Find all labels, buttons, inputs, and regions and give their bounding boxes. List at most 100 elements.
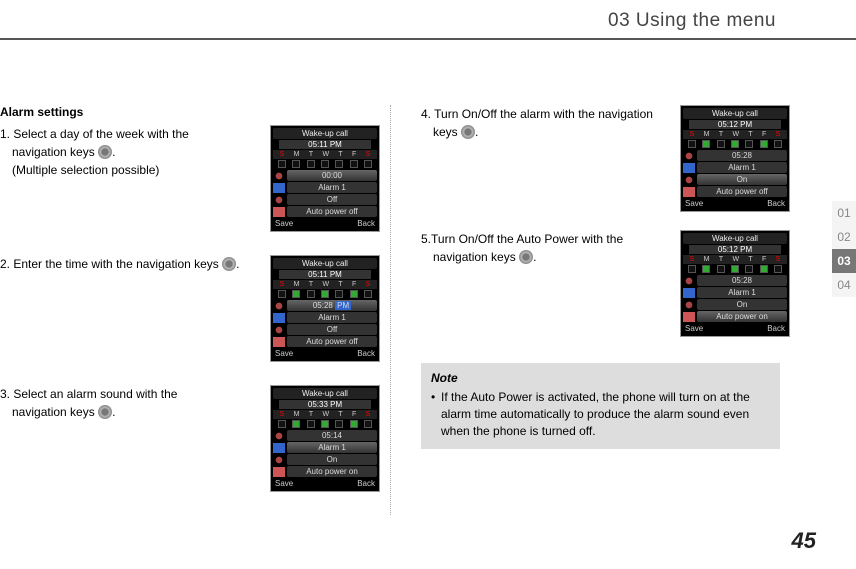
note-box: Note If the Auto Power is activated, the… — [421, 363, 780, 449]
shot-row: Auto power on — [697, 311, 787, 322]
step-line: Select an alarm sound with the — [13, 387, 177, 401]
day: M — [294, 151, 300, 158]
shot-days: SMTWTFS — [273, 410, 377, 419]
clock-icon — [683, 151, 695, 161]
note-icon — [683, 288, 695, 298]
left-column: Alarm settings 1. Select a day of the we… — [0, 105, 390, 515]
side-tab-03: 03 — [832, 249, 856, 273]
shot-save: Save — [275, 219, 293, 228]
step-line: (Multiple selection possible) — [0, 161, 245, 179]
step-5: 5.Turn On/Off the Auto Power with the na… — [421, 230, 780, 345]
day: T — [719, 256, 723, 263]
content-area: Alarm settings 1. Select a day of the we… — [0, 105, 780, 515]
shot-row: 05:14 — [287, 430, 377, 441]
clock-icon — [273, 171, 285, 181]
step-2: 2. Enter the time with the navigation ke… — [0, 255, 380, 375]
phone-screenshot-5: Wake-up call 05:12 PM SMTWTFS 05:28 Alar… — [680, 230, 790, 337]
clock-icon — [273, 195, 285, 205]
step-5-text: 5.Turn On/Off the Auto Power with the na… — [421, 230, 666, 266]
shot-row: 05:28 — [697, 150, 787, 161]
shot-days: SMTWTFS — [273, 280, 377, 289]
shot-row: 05:28 PM — [287, 300, 377, 311]
shot-title: Wake-up call — [273, 388, 377, 399]
side-tab-04: 04 — [832, 273, 856, 297]
shot-back: Back — [357, 479, 375, 488]
speaker-icon — [273, 337, 285, 347]
shot-row: Auto power off — [287, 336, 377, 347]
clock-icon — [683, 175, 695, 185]
day: W — [322, 281, 329, 288]
step-line: Enter the time with the navigation keys — [13, 257, 222, 271]
day: S — [690, 256, 695, 263]
speaker-icon — [273, 207, 285, 217]
step-3: 3. Select an alarm sound with the naviga… — [0, 385, 380, 505]
step-line: Turn On/Off the Auto Power with the — [431, 232, 623, 246]
shot-row: Auto power off — [697, 186, 787, 197]
shot-row: Alarm 1 — [287, 442, 377, 453]
shot-row: On — [697, 299, 787, 310]
clock-icon — [273, 301, 285, 311]
step-4-text: 4. Turn On/Off the alarm with the naviga… — [421, 105, 666, 141]
step-line: navigation keys — [433, 250, 519, 264]
shot-title: Wake-up call — [273, 258, 377, 269]
shot-time: 05:11 PM — [279, 140, 371, 149]
shot-row: Auto power on — [287, 466, 377, 477]
shot-row: On — [697, 174, 787, 185]
nav-key-icon — [98, 405, 112, 419]
day: T — [748, 256, 752, 263]
day: M — [294, 281, 300, 288]
shot-back: Back — [767, 199, 785, 208]
note-title: Note — [431, 371, 770, 385]
right-column: 4. Turn On/Off the alarm with the naviga… — [390, 105, 780, 515]
day: T — [309, 151, 313, 158]
clock-icon — [273, 325, 285, 335]
shot-row: Off — [287, 194, 377, 205]
shot-dayboxes — [273, 289, 377, 299]
shot-save: Save — [685, 199, 703, 208]
shot-row: Alarm 1 — [287, 182, 377, 193]
step-line: Turn On/Off the alarm with the navigatio… — [434, 107, 653, 121]
day: S — [280, 151, 285, 158]
note-icon — [683, 163, 695, 173]
step-line: navigation keys — [12, 145, 98, 159]
day: F — [352, 281, 356, 288]
speaker-icon — [683, 312, 695, 322]
shot-row: 00:00 — [287, 170, 377, 181]
day: M — [704, 131, 710, 138]
day: M — [704, 256, 710, 263]
phone-screenshot-1: Wake-up call 05:11 PM S M T W T F S 00:0… — [270, 125, 380, 232]
note-icon — [273, 183, 285, 193]
shot-dayboxes — [683, 264, 787, 274]
shot-save: Save — [275, 479, 293, 488]
day: S — [366, 411, 371, 418]
day: S — [366, 151, 371, 158]
nav-key-icon — [98, 145, 112, 159]
shot-save: Save — [685, 324, 703, 333]
shot-dayboxes — [273, 419, 377, 429]
day: T — [338, 281, 342, 288]
day: S — [280, 281, 285, 288]
shot-row: Alarm 1 — [697, 162, 787, 173]
day: S — [690, 131, 695, 138]
day: T — [309, 281, 313, 288]
step-line: Select a day of the week with the — [13, 127, 188, 141]
day: F — [352, 411, 356, 418]
step-line: keys — [433, 125, 461, 139]
step-2-text: 2. Enter the time with the navigation ke… — [0, 255, 245, 273]
side-tabs: 01 02 03 04 — [832, 201, 856, 297]
shot-time: 05:12 PM — [689, 120, 781, 129]
step-3-text: 3. Select an alarm sound with the naviga… — [0, 385, 245, 421]
page-header: 03 Using the menu — [608, 10, 776, 32]
shot-back: Back — [767, 324, 785, 333]
shot-row: Alarm 1 — [697, 287, 787, 298]
day: S — [776, 131, 781, 138]
day: M — [294, 411, 300, 418]
day: F — [762, 131, 766, 138]
day: F — [762, 256, 766, 263]
shot-time: 05:11 PM — [279, 270, 371, 279]
nav-key-icon — [222, 257, 236, 271]
shot-row: Auto power off — [287, 206, 377, 217]
clock-icon — [683, 276, 695, 286]
section-title: Alarm settings — [0, 105, 380, 119]
note-icon — [273, 313, 285, 323]
